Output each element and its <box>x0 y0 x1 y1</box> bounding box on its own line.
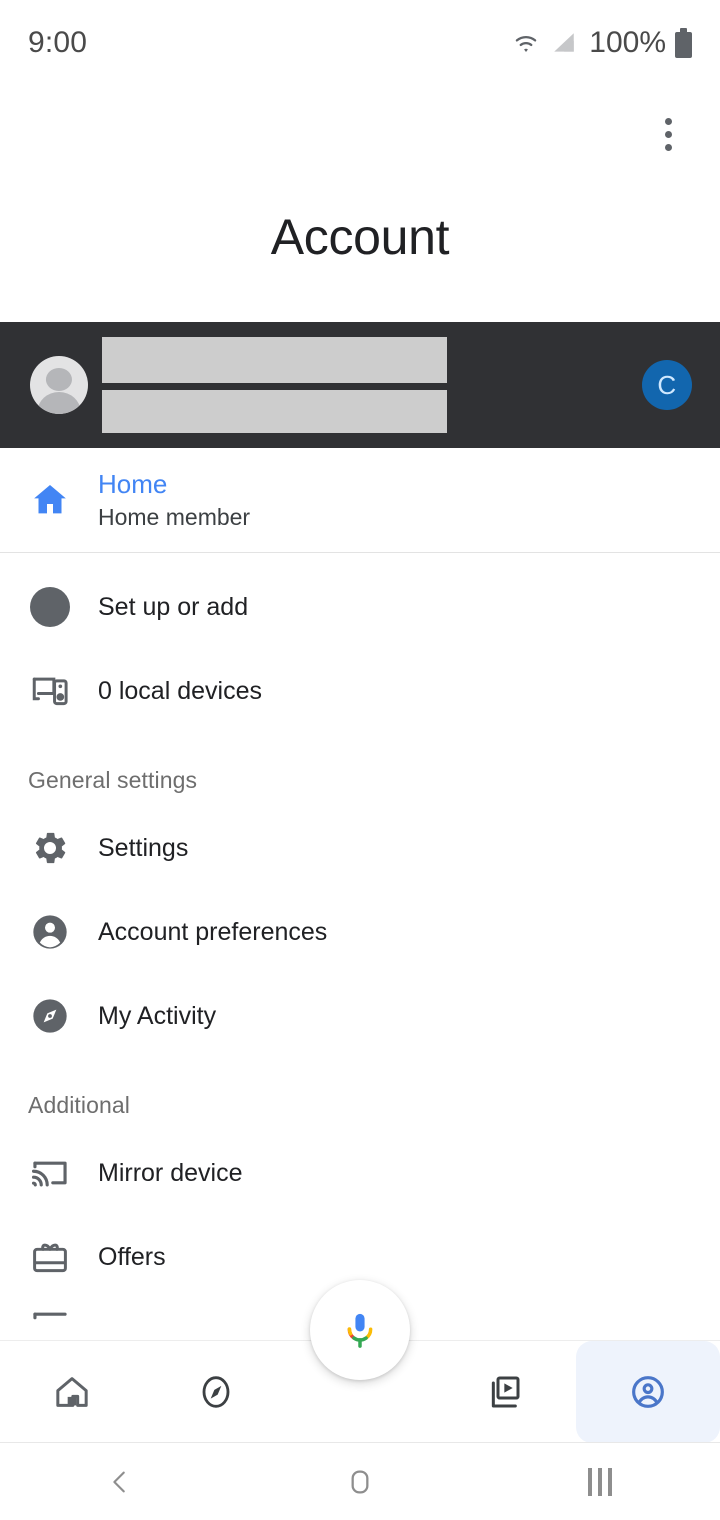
local-devices-label: 0 local devices <box>98 676 262 705</box>
system-recents-button[interactable] <box>480 1443 720 1520</box>
overflow-menu-icon[interactable] <box>640 106 696 162</box>
nav-tab-media[interactable] <box>432 1341 576 1443</box>
home-label: Home <box>98 469 168 499</box>
media-library-icon <box>484 1372 524 1412</box>
list-item-set-up-or-add[interactable]: Set up or add <box>0 565 720 649</box>
my-activity-label: My Activity <box>98 1001 217 1030</box>
nav-tab-home[interactable] <box>0 1341 144 1443</box>
offers-label: Offers <box>98 1242 166 1271</box>
assistant-mic-button[interactable] <box>310 1280 410 1380</box>
compass-circle-icon <box>28 994 72 1038</box>
battery-icon <box>675 28 692 58</box>
nav-tab-account[interactable] <box>576 1340 720 1443</box>
wifi-icon <box>511 31 541 55</box>
home-sublabel: Home member <box>98 504 251 530</box>
account-list: Home Home member Set up or add 0 local d… <box>0 448 720 1340</box>
status-icons: 100% <box>511 26 692 60</box>
battery-percent: 100% <box>589 26 666 59</box>
gear-icon <box>28 826 72 870</box>
avatar <box>30 356 88 414</box>
account-identity-redacted <box>102 337 447 433</box>
home-square-icon <box>344 1465 376 1499</box>
settings-label: Settings <box>98 833 189 862</box>
list-item-settings[interactable]: Settings <box>0 806 720 890</box>
section-heading-additional: Additional <box>28 1092 131 1118</box>
back-icon <box>105 1465 135 1499</box>
mirror-device-label: Mirror device <box>98 1158 243 1187</box>
list-item-mirror-device[interactable]: Mirror device <box>0 1131 720 1215</box>
cast-icon <box>28 1151 72 1195</box>
system-back-button[interactable] <box>0 1443 240 1520</box>
account-email-redacted <box>102 390 447 433</box>
system-navigation-bar <box>0 1442 720 1520</box>
account-banner[interactable]: C <box>0 322 720 448</box>
list-item-local-devices[interactable]: 0 local devices <box>0 649 720 733</box>
list-item-home[interactable]: Home Home member <box>0 448 720 552</box>
set-up-or-add-label: Set up or add <box>98 592 249 621</box>
phone-screen: 9:00 100% Account C Home Home member Set… <box>0 0 720 1520</box>
section-heading-general-settings: General settings <box>28 767 198 793</box>
list-item-my-activity[interactable]: My Activity <box>0 974 720 1058</box>
nav-tab-explore[interactable] <box>144 1341 288 1443</box>
add-circle-icon <box>28 585 72 629</box>
home-outline-icon <box>52 1372 92 1412</box>
system-home-button[interactable] <box>240 1443 480 1520</box>
account-name-redacted <box>102 337 447 383</box>
google-assistant-mic-icon <box>347 1313 373 1348</box>
gift-card-icon <box>28 1235 72 1279</box>
list-item-account-preferences[interactable]: Account preferences <box>0 890 720 974</box>
account-initial-badge[interactable]: C <box>642 360 692 410</box>
cellular-signal-icon <box>550 30 578 56</box>
compass-outline-icon <box>196 1372 236 1412</box>
recents-icon <box>588 1467 612 1496</box>
status-time: 9:00 <box>28 26 88 59</box>
status-bar: 9:00 100% <box>0 0 720 86</box>
app-header: Account <box>0 86 720 322</box>
page-title: Account <box>270 209 450 265</box>
clipped-icon <box>28 1302 72 1340</box>
account-preferences-label: Account preferences <box>98 917 328 946</box>
account-circle-icon <box>628 1372 668 1412</box>
person-circle-icon <box>28 910 72 954</box>
home-filled-icon <box>28 478 72 522</box>
local-devices-icon <box>28 669 72 713</box>
